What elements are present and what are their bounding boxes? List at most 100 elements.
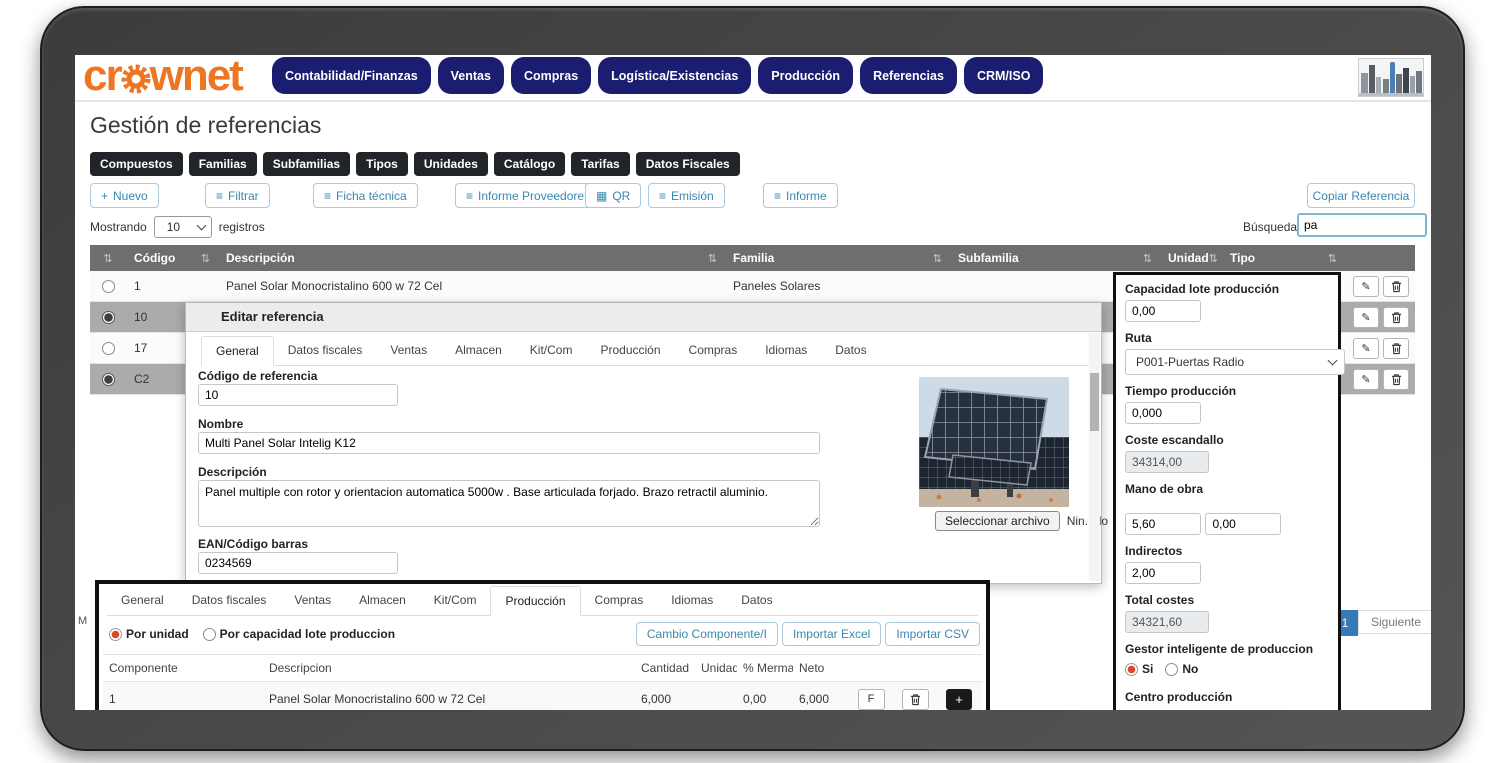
- ruta-select[interactable]: P001-Puertas Radio: [1125, 349, 1345, 375]
- col-merma: % Merma: [737, 661, 793, 675]
- delete-row-button[interactable]: [1383, 338, 1409, 359]
- tab-almacen[interactable]: Almacen: [441, 336, 516, 365]
- qr-button-label: QR: [612, 189, 630, 203]
- cat-compuestos-button[interactable]: Compuestos: [90, 152, 183, 176]
- component-delete-button[interactable]: [902, 689, 929, 710]
- descripcion-field[interactable]: Panel multiple con rotor y orientacion a…: [198, 480, 820, 527]
- modal-scrollbar[interactable]: [1089, 333, 1100, 581]
- tab-datos-fiscales[interactable]: Datos fiscales: [178, 586, 281, 615]
- column-header-unidad[interactable]: Unidad⇅: [1160, 245, 1222, 271]
- tab-kit-com[interactable]: Kit/Com: [516, 336, 587, 365]
- codigo-referencia-field[interactable]: [198, 384, 398, 406]
- tab-kit-com[interactable]: Kit/Com: [420, 586, 491, 615]
- por-unidad-radio[interactable]: [109, 628, 122, 641]
- nav-ventas[interactable]: Ventas: [438, 57, 504, 94]
- extra-cost-field[interactable]: [1205, 513, 1281, 535]
- page-size-select[interactable]: 10: [154, 216, 212, 238]
- edit-row-button[interactable]: ✎: [1353, 276, 1379, 297]
- cat-tarifas-button[interactable]: Tarifas: [571, 152, 629, 176]
- capacidad-lote-field[interactable]: [1125, 300, 1201, 322]
- cat-tipos-button[interactable]: Tipos: [356, 152, 408, 176]
- gestor-si-radio[interactable]: [1125, 663, 1138, 676]
- row-select-radio[interactable]: [102, 373, 115, 386]
- menu-icon: ≡: [774, 189, 781, 203]
- cat-unidades-button[interactable]: Unidades: [414, 152, 488, 176]
- chevron-down-icon: [196, 221, 206, 231]
- top-bar: cr wnet Contabilidad/Finanzas Ventas Com…: [75, 55, 1431, 102]
- component-row: 1 Panel Solar Monocristalino 600 w 72 Ce…: [103, 682, 982, 710]
- tiempo-produccion-field[interactable]: [1125, 402, 1201, 424]
- edit-row-button[interactable]: ✎: [1353, 369, 1379, 390]
- pagination-next-button[interactable]: Siguiente: [1358, 610, 1431, 634]
- search-input[interactable]: [1297, 213, 1427, 237]
- column-header-actions: [1345, 245, 1415, 271]
- tab-datos[interactable]: Datos: [727, 586, 786, 615]
- component-add-button[interactable]: +: [946, 689, 972, 710]
- tab-general[interactable]: General: [107, 586, 178, 615]
- tab-produccion[interactable]: Producción: [586, 336, 674, 365]
- cat-catalogo-button[interactable]: Catálogo: [494, 152, 565, 176]
- informe-button[interactable]: ≡ Informe: [763, 183, 838, 208]
- tab-ventas[interactable]: Ventas: [280, 586, 345, 615]
- trash-icon: [1391, 311, 1402, 324]
- tab-produccion[interactable]: Producción: [490, 586, 580, 616]
- mano-de-obra-field[interactable]: [1125, 513, 1201, 535]
- tab-compras[interactable]: Compras: [675, 336, 752, 365]
- filtrar-button-label: Filtrar: [228, 189, 259, 203]
- indirectos-field[interactable]: [1125, 562, 1201, 584]
- delete-row-button[interactable]: [1383, 369, 1409, 390]
- nav-produccion[interactable]: Producción: [758, 57, 853, 94]
- tab-datos-fiscales[interactable]: Datos fiscales: [274, 336, 377, 365]
- informe-button-label: Informe: [786, 189, 827, 203]
- column-header-descripcion[interactable]: Descripción⇅: [218, 245, 725, 271]
- importar-csv-button[interactable]: Importar CSV: [885, 622, 980, 646]
- delete-row-button[interactable]: [1383, 276, 1409, 297]
- edit-row-button[interactable]: ✎: [1353, 307, 1379, 328]
- modal-scrollbar-thumb[interactable]: [1090, 373, 1099, 431]
- por-capacidad-radio[interactable]: [203, 628, 216, 641]
- tab-idiomas[interactable]: Idiomas: [751, 336, 821, 365]
- edit-reference-modal: Editar referencia General Datos fiscales…: [185, 302, 1102, 584]
- column-header-codigo[interactable]: Código⇅: [126, 245, 218, 271]
- column-header-subfamilia[interactable]: Subfamilia⇅: [950, 245, 1160, 271]
- nuevo-button[interactable]: + Nuevo: [90, 183, 159, 208]
- gestor-no-radio[interactable]: [1165, 663, 1178, 676]
- nav-crm-iso[interactable]: CRM/ISO: [964, 57, 1043, 94]
- sort-icon: ⇅: [708, 252, 717, 265]
- row-select-radio[interactable]: [102, 311, 115, 324]
- tab-datos[interactable]: Datos: [821, 336, 880, 365]
- nombre-field[interactable]: [198, 432, 820, 454]
- column-header-select[interactable]: ⇅: [90, 245, 126, 271]
- copiar-referencia-button[interactable]: Copiar Referencia: [1307, 183, 1415, 208]
- mano-de-obra-label: Mano de obra: [1125, 482, 1329, 496]
- row-select-radio[interactable]: [102, 342, 115, 355]
- qr-button[interactable]: ▦ QR: [585, 183, 641, 208]
- tab-general[interactable]: General: [201, 336, 274, 366]
- cat-familias-button[interactable]: Familias: [189, 152, 257, 176]
- row-select-radio[interactable]: [102, 280, 115, 293]
- informe-proveedores-button[interactable]: ≡ Informe Proveedores: [455, 183, 601, 208]
- tab-compras[interactable]: Compras: [581, 586, 658, 615]
- tab-ventas[interactable]: Ventas: [376, 336, 441, 365]
- nav-logistica-existencias[interactable]: Logística/Existencias: [598, 57, 751, 94]
- component-f-button[interactable]: F: [858, 689, 885, 710]
- emision-button[interactable]: ≡ Emisión: [648, 183, 725, 208]
- cambio-componente-button[interactable]: Cambio Componente/I: [636, 622, 778, 646]
- filtrar-button[interactable]: ≡ Filtrar: [205, 183, 270, 208]
- nav-referencias[interactable]: Referencias: [860, 57, 957, 94]
- cat-subfamilias-button[interactable]: Subfamilias: [263, 152, 350, 176]
- column-header-familia[interactable]: Familia⇅: [725, 245, 950, 271]
- delete-row-button[interactable]: [1383, 307, 1409, 328]
- cat-datos-fiscales-button[interactable]: Datos Fiscales: [636, 152, 740, 176]
- ficha-tecnica-button[interactable]: ≡ Ficha técnica: [313, 183, 418, 208]
- column-header-tipo[interactable]: Tipo⇅: [1222, 245, 1345, 271]
- nav-contabilidad-finanzas[interactable]: Contabilidad/Finanzas: [272, 57, 431, 94]
- tab-almacen[interactable]: Almacen: [345, 586, 420, 615]
- importar-excel-button[interactable]: Importar Excel: [782, 622, 881, 646]
- ean-field[interactable]: [198, 552, 398, 574]
- edit-row-button[interactable]: ✎: [1353, 338, 1379, 359]
- seleccionar-archivo-button[interactable]: Seleccionar archivo: [935, 511, 1060, 531]
- tab-idiomas[interactable]: Idiomas: [657, 586, 727, 615]
- sort-icon: ⇅: [201, 252, 210, 265]
- nav-compras[interactable]: Compras: [511, 57, 591, 94]
